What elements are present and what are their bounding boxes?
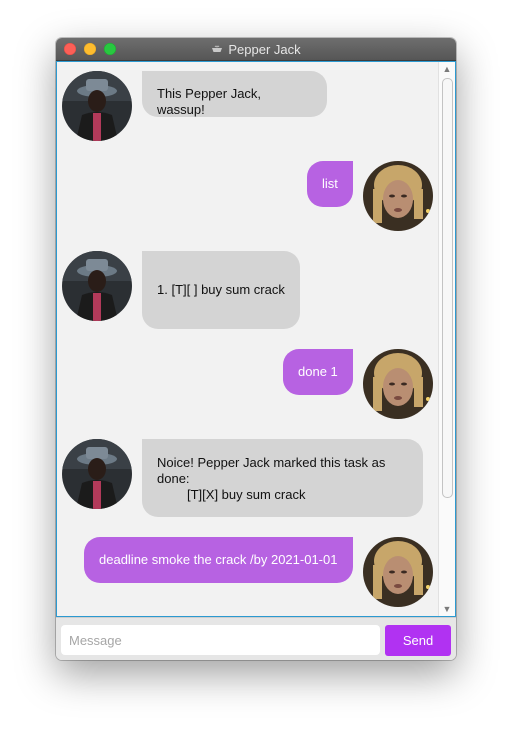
user-message-bubble: done 1 xyxy=(283,349,353,395)
user-message-text: deadline smoke the crack /by 2021-01-01 xyxy=(99,552,338,567)
message-input[interactable] xyxy=(61,625,380,655)
user-avatar xyxy=(363,537,433,607)
scroll-thumb[interactable] xyxy=(442,78,453,498)
bot-message-text: 1. [T][ ] buy sum crack xyxy=(157,282,285,297)
dialog-scroll-pane[interactable]: This Pepper Jack, wassup! list 1. [T][]… xyxy=(56,61,456,617)
user-message-text: list xyxy=(322,176,338,191)
user-avatar xyxy=(363,161,433,231)
app-window: Pepper Jack This Pepper Jack, wassup! li… xyxy=(56,38,456,660)
cup-icon xyxy=(212,45,223,52)
bot-message-line: Noice! Pepper Jack marked this task as xyxy=(157,455,386,470)
scroll-down-arrow-icon[interactable]: ▼ xyxy=(439,602,455,616)
scroll-up-arrow-icon[interactable]: ▲ xyxy=(439,62,455,76)
bot-message-bubble: Noice! Pepper Jack marked this task as d… xyxy=(142,439,423,517)
window-title: Pepper Jack xyxy=(228,41,301,57)
vertical-scrollbar[interactable]: ▲ ▼ xyxy=(438,62,455,616)
bot-message-bubble: 1. [T][ ] buy sum crack xyxy=(142,251,300,329)
bot-message-line: done: xyxy=(157,471,190,486)
user-message-bubble: deadline smoke the crack /by 2021-01-01 xyxy=(84,537,353,583)
bot-message-text: This Pepper Jack, wassup! xyxy=(157,86,262,117)
send-button[interactable]: Send xyxy=(385,625,451,656)
window-title-group: Pepper Jack xyxy=(56,38,456,60)
user-message-text: done 1 xyxy=(298,364,338,379)
input-bar: Send xyxy=(56,617,456,660)
user-message-bubble: list xyxy=(307,161,353,207)
title-bar: Pepper Jack xyxy=(56,38,456,61)
bot-message-task: [T][X] buy sum crack xyxy=(187,487,306,502)
bot-avatar xyxy=(62,71,132,141)
bot-message-bubble: This Pepper Jack, wassup! xyxy=(142,71,327,117)
bot-avatar xyxy=(62,251,132,321)
bot-avatar xyxy=(62,439,132,509)
user-avatar xyxy=(363,349,433,419)
